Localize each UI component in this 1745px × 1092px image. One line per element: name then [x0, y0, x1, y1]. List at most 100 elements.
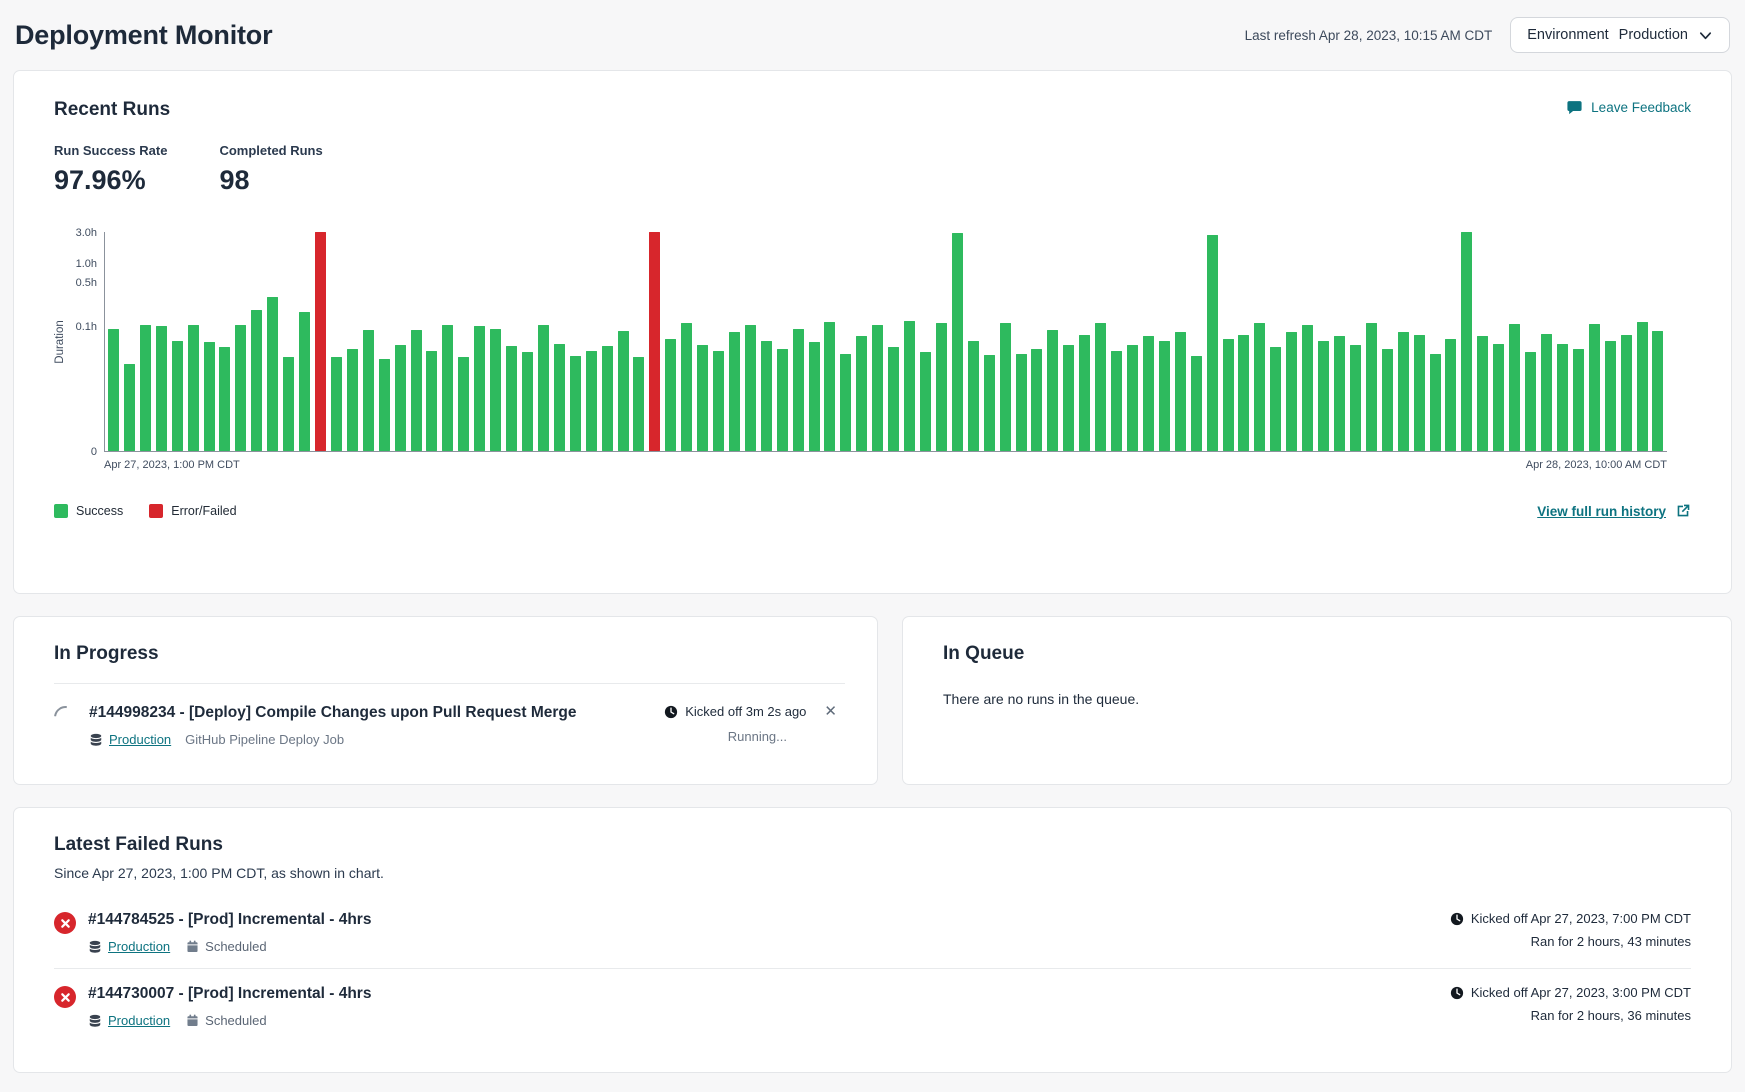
chart-bar[interactable]	[1350, 345, 1361, 451]
chart-bar[interactable]	[824, 322, 835, 451]
chart-bar[interactable]	[1445, 339, 1456, 452]
chart-bar[interactable]	[777, 349, 788, 452]
chart-bar[interactable]	[363, 330, 374, 451]
chart-bar[interactable]	[1589, 324, 1600, 451]
chart-bar[interactable]	[1509, 324, 1520, 451]
chart-bar[interactable]	[1223, 339, 1234, 452]
chart-bar[interactable]	[1238, 335, 1249, 451]
chart-bar[interactable]	[1191, 356, 1202, 451]
chart-bar[interactable]	[633, 357, 644, 451]
chart-bar[interactable]	[1016, 354, 1027, 452]
chart-bar[interactable]	[299, 312, 310, 451]
chart-bar[interactable]	[331, 357, 342, 451]
chart-bar[interactable]	[1127, 345, 1138, 451]
chart-bar[interactable]	[219, 347, 230, 451]
chart-bar[interactable]	[1143, 336, 1154, 451]
chart-bar[interactable]	[968, 341, 979, 451]
chart-bar[interactable]	[1207, 235, 1218, 451]
chart-bar[interactable]	[554, 344, 565, 452]
chart-bar[interactable]	[904, 321, 915, 451]
chart-bar[interactable]	[856, 336, 867, 451]
chart-bar[interactable]	[522, 352, 533, 451]
chart-bar[interactable]	[1079, 335, 1090, 451]
chart-bar[interactable]	[1175, 332, 1186, 451]
chart-bar[interactable]	[952, 233, 963, 451]
chart-bar[interactable]	[156, 326, 167, 451]
chart-bar[interactable]	[267, 297, 278, 451]
chart-bar[interactable]	[888, 347, 899, 451]
chart-bar[interactable]	[474, 326, 485, 452]
chart-bar[interactable]	[458, 357, 469, 451]
chart-bar[interactable]	[1557, 344, 1568, 452]
chart-bar[interactable]	[1382, 349, 1393, 452]
view-full-run-history-link[interactable]: View full run history	[1537, 503, 1691, 519]
chart-bar[interactable]	[426, 351, 437, 451]
chart-bar[interactable]	[1031, 349, 1042, 452]
chart-bar[interactable]	[379, 359, 390, 452]
chart-bar[interactable]	[172, 341, 183, 451]
chart-bar[interactable]	[618, 331, 629, 451]
chart-bar[interactable]	[108, 329, 119, 452]
chart-bar[interactable]	[538, 325, 549, 451]
chart-bar[interactable]	[1302, 325, 1313, 451]
chart-bar[interactable]	[649, 232, 660, 451]
environment-link[interactable]: Production	[109, 732, 171, 747]
chart-bar[interactable]	[840, 354, 851, 452]
chart-bar[interactable]	[793, 329, 804, 452]
chart-bar[interactable]	[1318, 341, 1329, 451]
environment-chip[interactable]: Production	[88, 1013, 170, 1028]
chart-bar[interactable]	[442, 325, 453, 451]
environment-link[interactable]: Production	[108, 1013, 170, 1028]
chart-bar[interactable]	[1493, 344, 1504, 452]
chart-bar[interactable]	[490, 329, 501, 452]
chart-bar[interactable]	[602, 346, 613, 451]
chart-bar[interactable]	[1461, 232, 1472, 451]
chart-bar[interactable]	[1159, 341, 1170, 451]
chart-bar[interactable]	[395, 345, 406, 451]
environment-dropdown[interactable]: Environment Production	[1510, 17, 1730, 53]
chart-bar[interactable]	[761, 341, 772, 451]
chart-bar[interactable]	[1095, 323, 1106, 451]
chart-bar[interactable]	[872, 325, 883, 451]
chart-bar[interactable]	[1047, 330, 1058, 451]
chart-bar[interactable]	[204, 342, 215, 451]
chart-bar[interactable]	[1637, 322, 1648, 451]
chart-bar[interactable]	[1366, 323, 1377, 451]
chart-bar[interactable]	[745, 325, 756, 451]
chart-bar[interactable]	[411, 330, 422, 451]
chart-bar[interactable]	[1573, 349, 1584, 452]
chart-bar[interactable]	[1477, 336, 1488, 451]
chart-bar[interactable]	[347, 349, 358, 452]
chart-bar[interactable]	[1430, 354, 1441, 452]
chart-bar[interactable]	[984, 355, 995, 451]
environment-link[interactable]: Production	[108, 939, 170, 954]
chart-bar[interactable]	[1000, 323, 1011, 451]
chart-bar[interactable]	[315, 232, 326, 451]
chart-bar[interactable]	[1621, 335, 1632, 451]
chart-bar[interactable]	[729, 332, 740, 451]
environment-chip[interactable]: Production	[89, 732, 171, 747]
chart-bar[interactable]	[1270, 347, 1281, 451]
chart-bar[interactable]	[1111, 351, 1122, 451]
leave-feedback-link[interactable]: Leave Feedback	[1566, 99, 1691, 116]
chart-bar[interactable]	[251, 310, 262, 451]
chart-bar[interactable]	[665, 339, 676, 452]
chart-bar[interactable]	[1605, 341, 1616, 451]
chart-bar[interactable]	[920, 352, 931, 451]
chart-bar[interactable]	[1254, 323, 1265, 451]
chart-bar[interactable]	[1541, 334, 1552, 452]
chart-bar[interactable]	[283, 357, 294, 451]
chart-bar[interactable]	[570, 356, 581, 451]
chart-bar[interactable]	[713, 351, 724, 451]
chart-bar[interactable]	[1286, 332, 1297, 451]
chart-bar[interactable]	[1398, 332, 1409, 451]
chart-bar[interactable]	[1652, 331, 1663, 451]
chart-bar[interactable]	[235, 325, 246, 451]
chart-bar[interactable]	[681, 323, 692, 451]
chart-bar[interactable]	[188, 325, 199, 451]
environment-chip[interactable]: Production	[88, 939, 170, 954]
chart-bar[interactable]	[809, 342, 820, 451]
chart-bar[interactable]	[936, 323, 947, 451]
chart-bar[interactable]	[1414, 335, 1425, 451]
chart-bar[interactable]	[1525, 352, 1536, 451]
